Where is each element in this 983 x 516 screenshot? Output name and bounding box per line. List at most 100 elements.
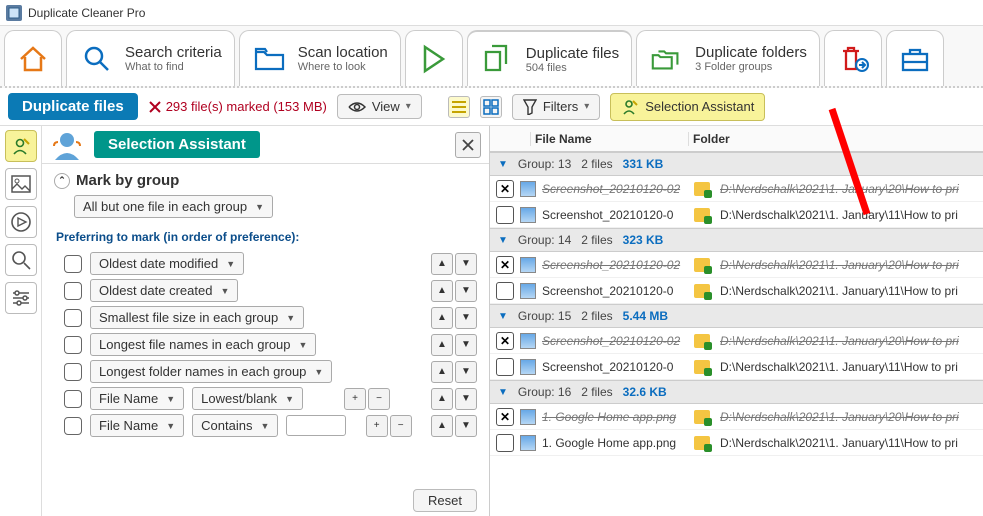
- move-up-button[interactable]: ▲: [431, 334, 453, 356]
- assistant-icon: [621, 98, 639, 116]
- remove-rule-button[interactable]: −: [368, 388, 390, 410]
- rule-checkbox[interactable]: [64, 363, 82, 381]
- mark-checkbox[interactable]: ✕: [496, 408, 514, 426]
- file-row[interactable]: ✕Screenshot_20210120-02D:\Nerdschalk\202…: [490, 176, 983, 202]
- tab-remove[interactable]: [824, 30, 882, 86]
- file-list[interactable]: ▼Group: 132 files331 KB✕Screenshot_20210…: [490, 152, 983, 516]
- mark-checkbox[interactable]: [496, 434, 514, 452]
- tab-scan-location[interactable]: Scan location Where to look: [239, 30, 401, 86]
- close-button[interactable]: [455, 132, 481, 158]
- tab-tools[interactable]: [886, 30, 944, 86]
- folder-icon: [694, 360, 710, 374]
- move-down-button[interactable]: ▼: [455, 307, 477, 329]
- tab-search-criteria[interactable]: Search criteria What to find: [66, 30, 235, 86]
- list-view-button[interactable]: [448, 96, 470, 118]
- tab-sublabel: 3 Folder groups: [695, 61, 807, 73]
- file-row[interactable]: Screenshot_20210120-0D:\Nerdschalk\2021\…: [490, 354, 983, 380]
- mark-checkbox[interactable]: ✕: [496, 180, 514, 198]
- tab-duplicate-folders[interactable]: Duplicate folders 3 Folder groups: [636, 30, 820, 86]
- file-thumbnail-icon: [520, 283, 536, 299]
- combo2-op-dropdown[interactable]: Contains▼: [192, 414, 278, 437]
- move-down-button[interactable]: ▼: [455, 334, 477, 356]
- remove-rule-button[interactable]: −: [390, 415, 412, 437]
- rule-dropdown[interactable]: Longest folder names in each group▼: [90, 360, 332, 383]
- grid-view-button[interactable]: [480, 96, 502, 118]
- folder-icon: [694, 182, 710, 196]
- file-row[interactable]: Screenshot_20210120-0D:\Nerdschalk\2021\…: [490, 202, 983, 228]
- move-up-button[interactable]: ▲: [431, 388, 453, 410]
- move-down-button[interactable]: ▼: [455, 280, 477, 302]
- rule-dropdown[interactable]: Smallest file size in each group▼: [90, 306, 304, 329]
- combo1-field-dropdown[interactable]: File Name▼: [90, 387, 184, 410]
- sidebar-images[interactable]: [5, 168, 37, 200]
- rule-dropdown[interactable]: Oldest date created▼: [90, 279, 238, 302]
- reset-button[interactable]: Reset: [413, 489, 477, 512]
- group-file-count: 2 files: [581, 157, 612, 171]
- move-down-button[interactable]: ▼: [455, 361, 477, 383]
- sidebar-icon-strip: [0, 126, 42, 516]
- group-header[interactable]: ▼Group: 132 files331 KB: [490, 152, 983, 176]
- group-header[interactable]: ▼Group: 142 files323 KB: [490, 228, 983, 252]
- section-pill: Duplicate files: [8, 93, 138, 120]
- file-path: D:\Nerdschalk\2021\1. January\11\How to …: [720, 208, 977, 222]
- mark-checkbox[interactable]: ✕: [496, 332, 514, 350]
- group-header[interactable]: ▼Group: 152 files5.44 MB: [490, 304, 983, 328]
- move-up-button[interactable]: ▲: [431, 415, 453, 437]
- section-header[interactable]: ⌃ Mark by group: [54, 172, 477, 189]
- move-up-button[interactable]: ▲: [431, 361, 453, 383]
- add-rule-button[interactable]: +: [344, 388, 366, 410]
- group-header[interactable]: ▼Group: 162 files32.6 KB: [490, 380, 983, 404]
- panel-body: ⌃ Mark by group All but one file in each…: [42, 164, 489, 483]
- sidebar-settings[interactable]: [5, 282, 37, 314]
- filters-button[interactable]: Filters ▾: [512, 94, 600, 120]
- move-down-button[interactable]: ▼: [455, 415, 477, 437]
- folder-icon: [694, 258, 710, 272]
- folder-icon: [694, 436, 710, 450]
- file-row[interactable]: Screenshot_20210120-0D:\Nerdschalk\2021\…: [490, 278, 983, 304]
- rule-row: Longest folder names in each group▼ ▲▼: [64, 360, 477, 383]
- rule-checkbox[interactable]: [64, 282, 82, 300]
- file-row[interactable]: ✕Screenshot_20210120-02D:\Nerdschalk\202…: [490, 252, 983, 278]
- view-button[interactable]: View ▾: [337, 94, 422, 119]
- main-rule-dropdown[interactable]: All but one file in each group▼: [74, 195, 273, 218]
- rule-checkbox[interactable]: [64, 336, 82, 354]
- file-row[interactable]: ✕1. Google Home app.pngD:\Nerdschalk\202…: [490, 404, 983, 430]
- col-file-name[interactable]: File Name: [530, 132, 688, 146]
- combo2-value-input[interactable]: [286, 415, 346, 436]
- rule-dropdown[interactable]: Oldest date modified▼: [90, 252, 244, 275]
- rule-checkbox[interactable]: [64, 255, 82, 273]
- move-down-button[interactable]: ▼: [455, 253, 477, 275]
- file-row[interactable]: ✕Screenshot_20210120-02D:\Nerdschalk\202…: [490, 328, 983, 354]
- move-up-button[interactable]: ▲: [431, 280, 453, 302]
- main-tabs: Search criteria What to find Scan locati…: [0, 26, 983, 88]
- sidebar-assistant[interactable]: [5, 130, 37, 162]
- rule-checkbox[interactable]: [64, 390, 82, 408]
- rule-checkbox[interactable]: [64, 309, 82, 327]
- trash-icon: [835, 41, 871, 77]
- tab-home[interactable]: [4, 30, 62, 86]
- col-folder[interactable]: Folder: [688, 132, 983, 146]
- mark-checkbox[interactable]: [496, 358, 514, 376]
- move-up-button[interactable]: ▲: [431, 307, 453, 329]
- move-up-button[interactable]: ▲: [431, 253, 453, 275]
- combo2-field-dropdown[interactable]: File Name▼: [90, 414, 184, 437]
- rule-checkbox[interactable]: [64, 417, 82, 435]
- mark-checkbox[interactable]: [496, 282, 514, 300]
- mark-checkbox[interactable]: [496, 206, 514, 224]
- collapse-icon[interactable]: ⌃: [54, 173, 70, 189]
- file-name: 1. Google Home app.png: [542, 436, 688, 450]
- sidebar-media[interactable]: [5, 206, 37, 238]
- preference-label: Preferring to mark (in order of preferen…: [56, 230, 477, 244]
- file-name: Screenshot_20210120-02: [542, 182, 688, 196]
- rule-dropdown[interactable]: Longest file names in each group▼: [90, 333, 316, 356]
- main-area: Selection Assistant ⌃ Mark by group All …: [0, 126, 983, 516]
- file-row[interactable]: 1. Google Home app.pngD:\Nerdschalk\2021…: [490, 430, 983, 456]
- selection-assistant-button[interactable]: Selection Assistant: [610, 93, 765, 121]
- combo1-op-dropdown[interactable]: Lowest/blank▼: [192, 387, 303, 410]
- sidebar-search[interactable]: [5, 244, 37, 276]
- add-rule-button[interactable]: +: [366, 415, 388, 437]
- tab-duplicate-files[interactable]: Duplicate files 504 files: [467, 30, 632, 86]
- move-down-button[interactable]: ▼: [455, 388, 477, 410]
- mark-checkbox[interactable]: ✕: [496, 256, 514, 274]
- tab-scan[interactable]: [405, 30, 463, 86]
